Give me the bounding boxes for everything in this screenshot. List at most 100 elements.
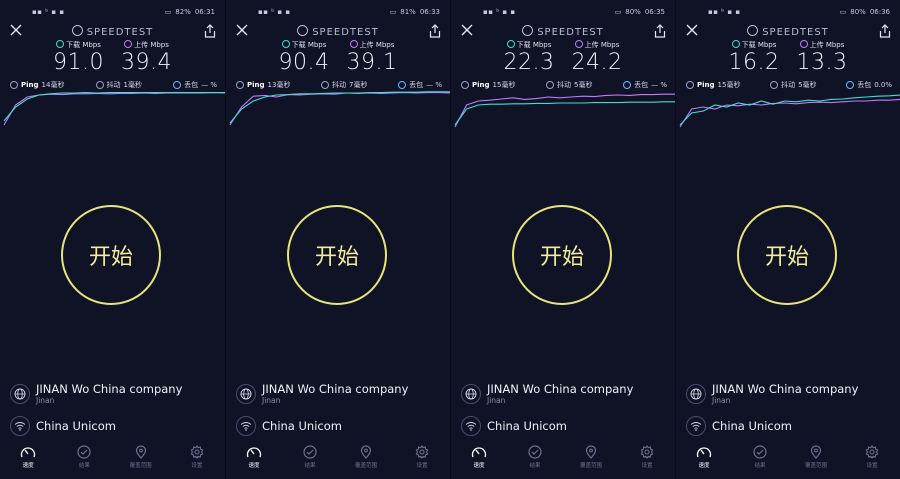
start-button[interactable]: 开始 (512, 205, 612, 305)
gear-icon (415, 445, 429, 459)
speedtest-logo-icon (297, 25, 309, 36)
check-circle-icon (77, 445, 91, 459)
wifi-icon (236, 416, 256, 436)
tab-speed[interactable]: 速度 (459, 445, 499, 469)
download-arrow-icon (506, 40, 515, 48)
ping-icon (10, 81, 18, 89)
bottom-nav: 速度 结果 覆盖范围 设置 (226, 443, 450, 479)
server-info[interactable]: JINAN Wo China company Jinan (10, 378, 219, 408)
server-city: Jinan (262, 396, 281, 405)
app-title: SPEEDTEST (226, 25, 450, 38)
speedometer-icon (21, 447, 36, 458)
tab-results[interactable]: 结果 (290, 445, 330, 469)
upload-speed-value: 13.3 (796, 50, 848, 75)
carrier-signal-icon: ▪▪ ᵇ ▪ ▪ (483, 8, 516, 16)
upload-speed-value: 39.4 (121, 50, 172, 75)
help-icon[interactable] (846, 81, 855, 89)
app-title: SPEEDTEST (0, 25, 225, 38)
download-graph-line (229, 91, 450, 124)
clock: 06:33 (419, 8, 440, 16)
isp-info: China Unicom (686, 414, 894, 438)
share-icon[interactable] (204, 24, 216, 38)
start-button[interactable]: 开始 (287, 205, 387, 305)
tab-speed[interactable]: 速度 (8, 445, 48, 469)
jitter-icon (95, 81, 104, 89)
isp-info: China Unicom (461, 414, 669, 438)
bottom-nav: 速度 结果 覆盖范围 设置 (676, 443, 900, 479)
tab-coverage[interactable]: 覆盖范围 (571, 445, 611, 469)
speedtest-screen: ▪▪ ᵇ ▪ ▪ ▭ 82% 06:31 SPEEDTEST 下载 Mbps 9… (0, 0, 225, 479)
tab-settings[interactable]: 设置 (402, 445, 442, 469)
tab-settings[interactable]: 设置 (852, 445, 892, 469)
tab-coverage[interactable]: 覆盖范围 (121, 445, 161, 469)
download-metric: 下载 Mbps 91.0 (53, 40, 104, 75)
carrier-signal-icon: ▪▪ ᵇ ▪ ▪ (708, 8, 741, 16)
isp-info: China Unicom (10, 414, 219, 438)
upload-arrow-icon (124, 40, 133, 48)
server-info[interactable]: JINAN Wo China company Jinan (236, 378, 444, 408)
tab-speed[interactable]: 速度 (234, 445, 274, 469)
tab-speed[interactable]: 速度 (684, 445, 724, 469)
speedometer-icon (696, 447, 712, 458)
speed-graph (3, 92, 225, 126)
server-name: JINAN Wo China company (712, 382, 859, 396)
help-icon[interactable] (623, 81, 632, 89)
upload-metric: 上传 Mbps 13.3 (796, 40, 848, 75)
start-button[interactable]: 开始 (61, 205, 161, 305)
speed-graph (454, 93, 675, 128)
battery-icon: ▭ (614, 8, 622, 16)
help-icon[interactable] (398, 81, 407, 89)
globe-icon (686, 384, 706, 404)
speedtest-logo-icon (522, 25, 534, 36)
tab-results[interactable]: 结果 (740, 445, 780, 469)
status-bar: ▪▪ ᵇ ▪ ▪ ▭ 80% 06:36 (676, 0, 900, 24)
speedtest-screen: ▪▪ ᵇ ▪ ▪ ▭ 81% 06:33 SPEEDTEST 下载 Mbps 9… (225, 0, 450, 479)
gear-icon (640, 445, 654, 459)
battery-percent: 80% (625, 8, 641, 16)
map-pin-icon (135, 445, 146, 459)
server-info[interactable]: JINAN Wo China company Jinan (686, 378, 894, 408)
upload-speed-value: 39.1 (346, 50, 398, 75)
jitter-icon (546, 81, 555, 89)
server-city: Jinan (712, 396, 731, 405)
server-info[interactable]: JINAN Wo China company Jinan (461, 378, 669, 408)
jitter-icon (321, 81, 330, 89)
globe-icon (461, 384, 481, 404)
download-arrow-icon (56, 40, 65, 48)
tab-coverage[interactable]: 覆盖范围 (796, 445, 836, 469)
battery-icon: ▭ (164, 8, 172, 16)
download-speed-value: 16.2 (728, 50, 780, 75)
globe-icon (10, 384, 30, 404)
bottom-nav: 速度 结果 覆盖范围 设置 (0, 443, 225, 479)
clock: 06:36 (869, 8, 890, 16)
server-name: JINAN Wo China company (36, 382, 183, 396)
clock: 06:31 (194, 8, 215, 16)
map-pin-icon (360, 445, 372, 459)
download-graph-line (679, 94, 900, 126)
download-arrow-icon (731, 40, 740, 48)
tab-settings[interactable]: 设置 (177, 445, 217, 469)
share-icon[interactable] (879, 24, 891, 38)
download-metric: 下载 Mbps 90.4 (278, 40, 330, 75)
battery-percent: 80% (850, 8, 866, 16)
check-circle-icon (528, 445, 542, 459)
upload-graph-line (3, 92, 225, 126)
jitter-icon (770, 81, 779, 89)
ping-icon (461, 81, 469, 89)
help-icon[interactable] (173, 81, 182, 89)
share-icon[interactable] (654, 24, 666, 38)
upload-metric: 上传 Mbps 39.4 (121, 40, 172, 75)
upload-arrow-icon (574, 40, 583, 48)
carrier-signal-icon: ▪▪ ᵇ ▪ ▪ (258, 8, 291, 16)
upload-graph-line (454, 93, 675, 128)
server-name: JINAN Wo China company (262, 382, 409, 396)
start-button[interactable]: 开始 (737, 205, 837, 305)
speedometer-icon (246, 447, 262, 458)
upload-graph-line (679, 98, 900, 128)
share-icon[interactable] (429, 24, 441, 38)
tab-results[interactable]: 结果 (64, 445, 104, 469)
download-speed-value: 90.4 (278, 50, 330, 75)
tab-coverage[interactable]: 覆盖范围 (346, 445, 386, 469)
tab-results[interactable]: 结果 (515, 445, 555, 469)
tab-settings[interactable]: 设置 (627, 445, 667, 469)
